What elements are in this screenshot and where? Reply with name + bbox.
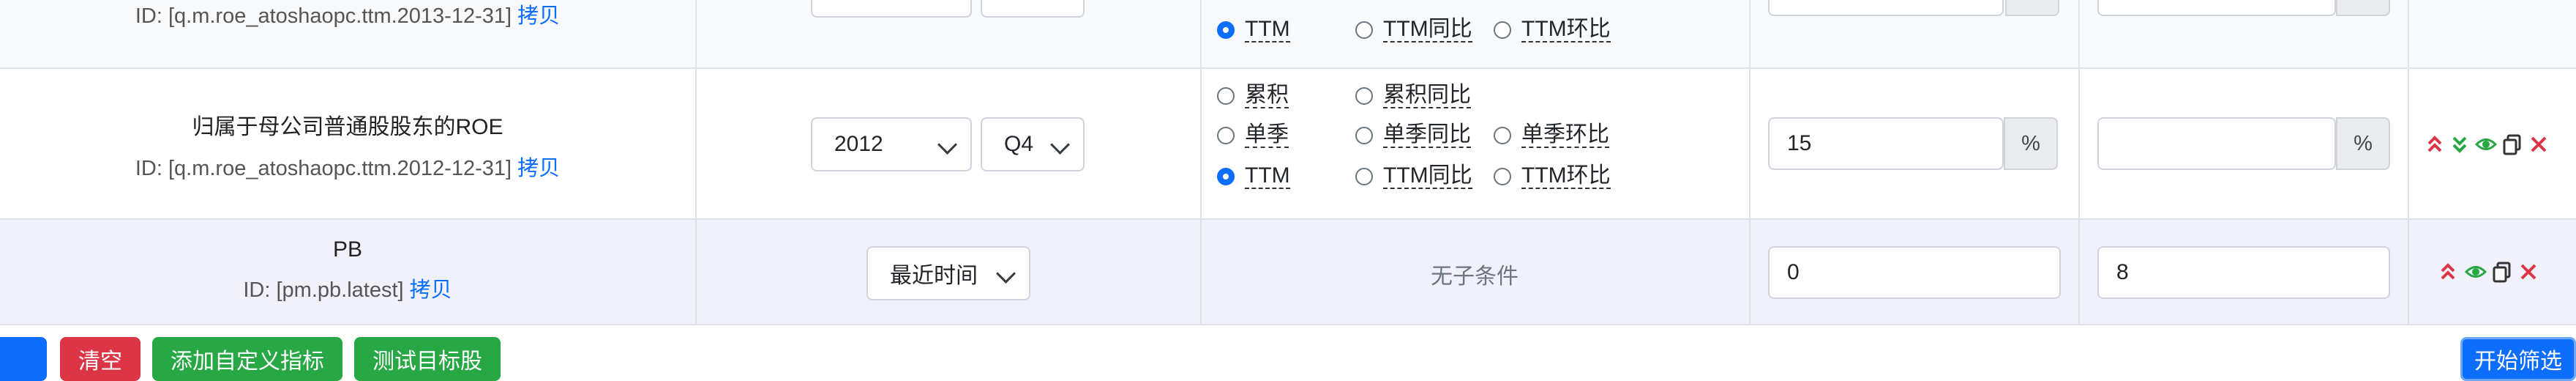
start-screening-button[interactable]: 开始筛选 — [2460, 337, 2576, 381]
unit-addon — [2005, 0, 2059, 16]
min-value-input[interactable]: 0 — [1768, 246, 2061, 299]
radio-ttm-qoq[interactable]: TTM环比 — [1494, 18, 1611, 42]
save-button[interactable] — [0, 337, 47, 381]
table-row: PB ID: [pm.pb.latest] 拷贝 最近时间 无子条件 0 8 — [0, 220, 2576, 325]
radio-single-quarter[interactable]: 单季 — [1217, 123, 1289, 148]
radio-cumulative-yoy[interactable]: 累积同比 — [1355, 84, 1471, 108]
move-up-icon[interactable] — [2437, 261, 2459, 283]
min-value-input[interactable] — [1768, 0, 2004, 16]
radio-ttm-yoy[interactable]: TTM同比 — [1355, 164, 1472, 189]
eye-icon[interactable] — [2475, 133, 2497, 155]
radio-button[interactable] — [1217, 168, 1235, 185]
quarter-select[interactable] — [981, 0, 1085, 18]
move-down-icon[interactable] — [2449, 133, 2471, 155]
radio-button[interactable] — [1355, 168, 1373, 185]
max-value-input[interactable] — [2097, 117, 2336, 170]
quarter-select[interactable]: Q4 — [981, 117, 1085, 171]
column-divider — [1749, 69, 1751, 218]
copy-icon[interactable] — [2491, 261, 2513, 283]
radio-button[interactable] — [1355, 21, 1373, 39]
chevron-down-icon — [996, 264, 1016, 284]
copy-link[interactable]: 拷贝 — [517, 157, 560, 180]
radio-button[interactable] — [1494, 168, 1511, 185]
year-select[interactable]: 2012 — [811, 117, 972, 171]
unit-addon: % — [2336, 117, 2390, 170]
period-select[interactable]: 最近时间 — [866, 246, 1030, 300]
indicator-id: ID: [q.m.roe_atoshaopc.ttm.2012-12-31] — [135, 157, 512, 180]
column-divider — [2078, 220, 2080, 324]
column-divider — [695, 69, 697, 218]
radio-button[interactable] — [1494, 21, 1511, 39]
radio-button[interactable] — [1494, 127, 1511, 144]
table-row: 归属于母公司普通股股东的ROE ID: [q.m.roe_atoshaopc.t… — [0, 69, 2576, 220]
close-icon[interactable] — [2517, 261, 2539, 283]
close-icon[interactable] — [2528, 133, 2550, 155]
radio-cumulative[interactable]: 累积 — [1217, 84, 1289, 108]
column-divider — [2078, 0, 2080, 67]
column-divider — [2408, 69, 2409, 218]
radio-button[interactable] — [1217, 127, 1235, 144]
table-row: ID: [q.m.roe_atoshaopc.ttm.2013-12-31] 拷… — [0, 0, 2576, 69]
column-divider — [695, 220, 697, 324]
indicator-name: 归属于母公司普通股股东的ROE — [192, 115, 503, 139]
column-divider — [1749, 0, 1751, 67]
radio-single-quarter-qoq[interactable]: 单季环比 — [1494, 123, 1609, 148]
indicator-id: ID: [q.m.roe_atoshaopc.ttm.2013-12-31] — [135, 4, 512, 28]
test-target-stock-button[interactable]: 测试目标股 — [354, 337, 501, 381]
radio-ttm-yoy[interactable]: TTM同比 — [1355, 18, 1472, 42]
column-divider — [1200, 69, 1202, 218]
radio-button[interactable] — [1355, 87, 1373, 105]
indicator-name-cell: PB ID: [pm.pb.latest] 拷贝 — [0, 237, 695, 303]
min-value-input[interactable]: 15 — [1768, 117, 2004, 170]
chevron-down-icon — [937, 135, 957, 155]
column-divider — [2078, 69, 2080, 218]
radio-button[interactable] — [1355, 127, 1373, 144]
radio-ttm[interactable]: TTM — [1217, 18, 1290, 42]
radio-button[interactable] — [1217, 21, 1235, 39]
column-divider — [2408, 0, 2409, 67]
chevron-down-icon — [1050, 135, 1070, 155]
eye-icon[interactable] — [2465, 261, 2487, 283]
indicator-name: PB — [332, 237, 363, 262]
indicator-id: ID: [pm.pb.latest] — [243, 278, 404, 302]
column-divider — [1749, 220, 1751, 324]
radio-button[interactable] — [1217, 87, 1235, 105]
column-divider — [695, 0, 697, 67]
copy-link[interactable]: 拷贝 — [410, 278, 452, 302]
indicator-name-cell: ID: [q.m.roe_atoshaopc.ttm.2013-12-31] 拷… — [0, 0, 695, 29]
add-custom-indicator-button[interactable]: 添加自定义指标 — [152, 337, 342, 381]
clear-button[interactable]: 清空 — [60, 337, 141, 381]
column-divider — [1200, 0, 1202, 67]
copy-icon[interactable] — [2501, 133, 2523, 155]
indicator-name-cell: 归属于母公司普通股股东的ROE ID: [q.m.roe_atoshaopc.t… — [0, 108, 695, 182]
move-up-icon[interactable] — [2424, 133, 2446, 155]
year-select[interactable] — [811, 0, 972, 18]
radio-ttm-qoq[interactable]: TTM环比 — [1494, 164, 1611, 189]
column-divider — [2408, 220, 2409, 324]
copy-link[interactable]: 拷贝 — [517, 4, 560, 28]
max-value-input[interactable] — [2097, 0, 2336, 16]
unit-addon — [2336, 0, 2390, 16]
no-condition-label: 无子条件 — [1431, 265, 1519, 289]
max-value-input[interactable]: 8 — [2097, 246, 2390, 299]
unit-addon: % — [2004, 117, 2058, 170]
radio-ttm[interactable]: TTM — [1217, 164, 1290, 189]
radio-single-quarter-yoy[interactable]: 单季同比 — [1355, 123, 1471, 148]
